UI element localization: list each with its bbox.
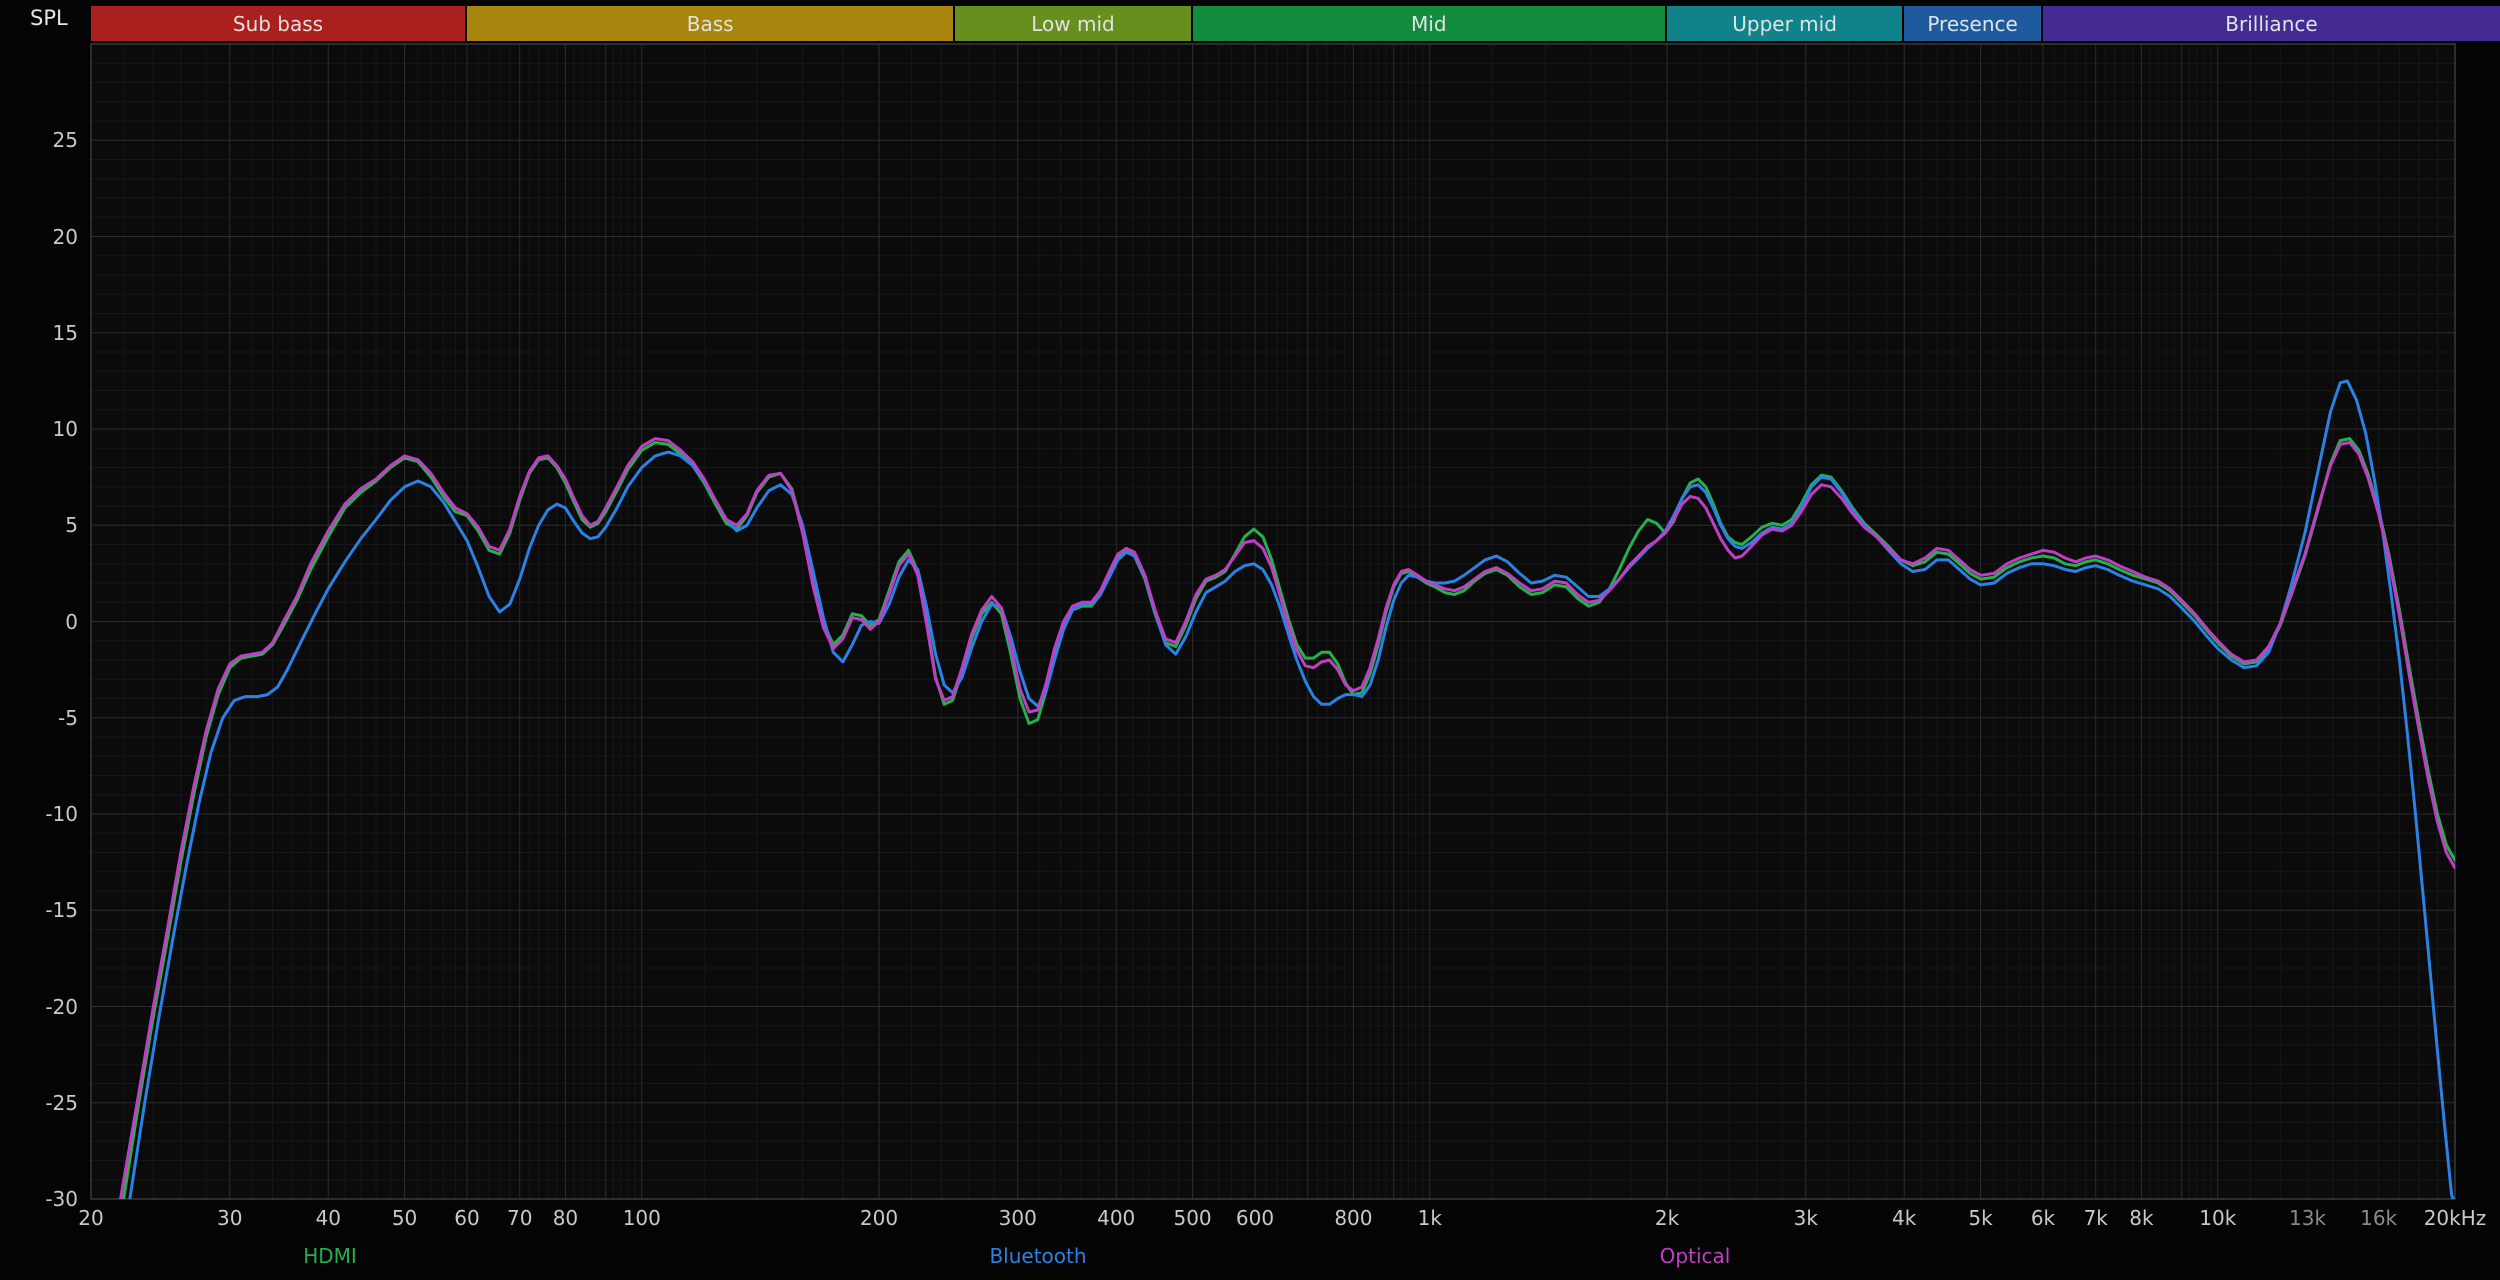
x-tick-label: 500 xyxy=(1173,1206,1211,1230)
legend-item-hdmi[interactable]: HDMI xyxy=(303,1244,357,1268)
plot-canvas xyxy=(0,0,2500,1280)
frequency-response-chart: SPL Sub bassBassLow midMidUpper midPrese… xyxy=(0,0,2500,1280)
y-tick-label: -30 xyxy=(16,1187,78,1211)
x-tick-label: 13k xyxy=(2289,1206,2326,1230)
y-tick-label: -10 xyxy=(16,802,78,826)
x-tick-label: 200 xyxy=(860,1206,898,1230)
y-tick-label: 0 xyxy=(16,610,78,634)
x-tick-label: 20 xyxy=(78,1206,103,1230)
x-tick-label: 10k xyxy=(2199,1206,2236,1230)
y-tick-label: 5 xyxy=(16,513,78,537)
y-tick-label: -15 xyxy=(16,898,78,922)
y-tick-label: 25 xyxy=(16,128,78,152)
x-tick-label: 50 xyxy=(392,1206,417,1230)
x-tick-label: 70 xyxy=(507,1206,532,1230)
y-tick-label: 20 xyxy=(16,225,78,249)
x-tick-label: 100 xyxy=(623,1206,661,1230)
x-tick-label: 7k xyxy=(2084,1206,2108,1230)
x-tick-label: 5k xyxy=(1968,1206,1992,1230)
x-tick-label: 30 xyxy=(217,1206,242,1230)
y-tick-label: -20 xyxy=(16,995,78,1019)
x-tick-label: 40 xyxy=(315,1206,340,1230)
y-tick-label: -25 xyxy=(16,1091,78,1115)
x-tick-label: 400 xyxy=(1097,1206,1135,1230)
x-tick-label: 300 xyxy=(999,1206,1037,1230)
x-tick-label: 1k xyxy=(1418,1206,1442,1230)
legend-item-bluetooth[interactable]: Bluetooth xyxy=(989,1244,1086,1268)
x-tick-label: 80 xyxy=(553,1206,578,1230)
y-tick-label: -5 xyxy=(16,706,78,730)
legend-item-optical[interactable]: Optical xyxy=(1660,1244,1731,1268)
x-tick-label: 20kHz xyxy=(2424,1206,2487,1230)
x-tick-label: 800 xyxy=(1334,1206,1372,1230)
x-tick-label: 6k xyxy=(2031,1206,2055,1230)
x-tick-label: 4k xyxy=(1892,1206,1916,1230)
x-tick-label: 2k xyxy=(1655,1206,1679,1230)
x-tick-label: 600 xyxy=(1236,1206,1274,1230)
x-tick-label: 3k xyxy=(1794,1206,1818,1230)
x-tick-label: 8k xyxy=(2129,1206,2153,1230)
y-tick-label: 15 xyxy=(16,321,78,345)
y-tick-label: 10 xyxy=(16,417,78,441)
x-tick-label: 60 xyxy=(454,1206,479,1230)
x-tick-label: 16k xyxy=(2360,1206,2397,1230)
